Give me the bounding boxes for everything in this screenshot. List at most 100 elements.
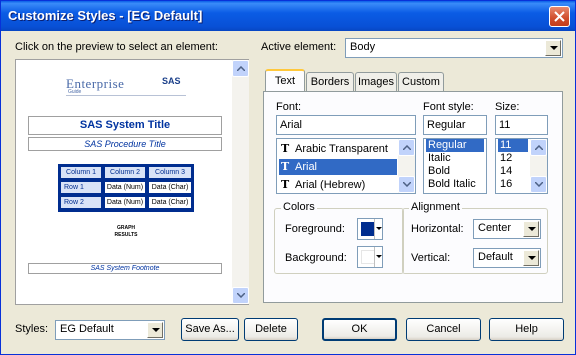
tab-images[interactable]: Images xyxy=(355,72,397,92)
title-bar[interactable]: Customize Styles - [EG Default] xyxy=(1,1,575,31)
table-data-cell[interactable]: Data (Num) xyxy=(104,196,146,209)
list-item[interactable]: 11 xyxy=(498,139,528,152)
size-input[interactable]: 11 xyxy=(495,115,548,135)
scroll-down-button[interactable] xyxy=(232,287,249,304)
size-list-scrollbar[interactable] xyxy=(530,139,547,193)
size-label: Size: xyxy=(495,101,520,113)
dropdown-button[interactable] xyxy=(523,250,539,266)
styles-dropdown[interactable]: EG Default xyxy=(55,320,165,340)
active-element-value: Body xyxy=(350,41,376,53)
tab-text[interactable]: Text xyxy=(265,69,305,92)
help-button[interactable]: Help xyxy=(489,318,564,341)
list-item[interactable]: Regular xyxy=(426,139,484,152)
alignment-group: Alignment Horizontal: Center Vertical: D… xyxy=(402,201,548,274)
scroll-up-button[interactable] xyxy=(398,139,415,156)
foreground-color-picker[interactable] xyxy=(357,218,383,240)
list-item[interactable]: T Arial (Hebrew) xyxy=(279,177,397,193)
list-item[interactable]: 12 xyxy=(498,152,528,165)
colors-group-title: Colors xyxy=(281,201,317,213)
graph-results-line: RESULTS xyxy=(114,232,138,238)
list-item[interactable]: T Arabic Transparent xyxy=(279,141,397,157)
list-item[interactable]: T Arial xyxy=(279,159,397,175)
list-item[interactable]: Bold xyxy=(426,165,484,178)
chevron-up-icon xyxy=(403,145,411,150)
vertical-alignment-dropdown[interactable]: Default xyxy=(473,248,541,268)
vertical-label: Vertical: xyxy=(411,252,451,264)
graph-results-line: GRAPH xyxy=(116,225,136,231)
list-item[interactable]: Italic xyxy=(426,152,484,165)
customize-styles-dialog: Customize Styles - [EG Default] Click on… xyxy=(0,0,576,355)
dropdown-button[interactable] xyxy=(374,219,382,239)
background-color-swatch xyxy=(361,250,375,264)
close-button[interactable] xyxy=(549,6,570,27)
table-data-cell[interactable]: Data (Num) xyxy=(104,181,146,194)
preview-instruction: Click on the preview to select an elemen… xyxy=(15,41,218,53)
horizontal-label: Horizontal: xyxy=(411,223,464,235)
scroll-down-button[interactable] xyxy=(398,176,415,193)
chevron-up-icon xyxy=(535,145,543,150)
text-tab-panel: Font: Arial T Arabic Transparent T Arial T… xyxy=(263,91,563,303)
scroll-down-button[interactable] xyxy=(530,176,547,193)
dropdown-button[interactable] xyxy=(374,247,382,267)
tab-custom[interactable]: Custom xyxy=(398,72,444,92)
font-name: Arial (Hebrew) xyxy=(295,179,366,191)
preview-procedure-title[interactable]: SAS Procedure Title xyxy=(28,137,222,151)
style-preview[interactable]: Enterprise Guide SAS SAS System Title SA… xyxy=(15,59,249,305)
truetype-font-icon: T xyxy=(281,178,290,191)
preview-system-footnote[interactable]: SAS System Footnote xyxy=(28,263,222,274)
foreground-color-swatch xyxy=(361,222,375,236)
chevron-down-icon xyxy=(376,255,382,258)
close-icon xyxy=(554,11,565,22)
table-data-cell[interactable]: Data (Char) xyxy=(148,196,192,209)
table-header-col2[interactable]: Column 2 xyxy=(104,166,146,179)
dropdown-button[interactable] xyxy=(545,40,561,56)
scroll-up-button[interactable] xyxy=(530,139,547,156)
save-as-button[interactable]: Save As... xyxy=(181,318,239,341)
size-input-value: 11 xyxy=(499,119,511,131)
table-row-header-1[interactable]: Row 1 xyxy=(60,181,102,194)
chevron-down-icon xyxy=(403,182,411,187)
dropdown-button[interactable] xyxy=(147,322,163,338)
table-header-col3[interactable]: Column 3 xyxy=(148,166,192,179)
chevron-down-icon xyxy=(528,227,536,231)
list-item[interactable]: 14 xyxy=(498,165,528,178)
font-list-scrollbar[interactable] xyxy=(398,139,415,193)
enterprise-guide-logo[interactable]: Enterprise Guide xyxy=(66,76,146,96)
chevron-down-icon xyxy=(535,182,543,187)
background-label: Background: xyxy=(285,252,347,264)
size-list[interactable]: 11 12 14 16 xyxy=(495,138,548,194)
font-input-value: Arial xyxy=(280,119,303,131)
chevron-down-icon xyxy=(550,46,558,50)
sas-logo[interactable]: SAS xyxy=(158,76,190,94)
chevron-down-icon xyxy=(376,227,382,230)
styles-label: Styles: xyxy=(15,323,49,335)
preview-table[interactable]: Column 1 Column 2 Column 3 Row 1 Data (N… xyxy=(58,164,194,212)
active-element-label: Active element: xyxy=(261,41,337,53)
list-item[interactable]: 16 xyxy=(498,178,528,191)
background-color-picker[interactable] xyxy=(357,246,383,268)
truetype-font-icon: T xyxy=(281,142,290,155)
table-header-col1[interactable]: Column 1 xyxy=(60,166,102,179)
list-item[interactable]: Bold Italic xyxy=(426,178,484,191)
delete-button[interactable]: Delete xyxy=(244,318,298,341)
horizontal-alignment-dropdown[interactable]: Center xyxy=(473,219,541,239)
preview-graph-results[interactable]: GRAPH RESULTS xyxy=(104,225,148,239)
dropdown-button[interactable] xyxy=(523,221,539,237)
foreground-label: Foreground: xyxy=(285,223,345,235)
table-data-cell[interactable]: Data (Char) xyxy=(148,181,192,194)
logo-divider xyxy=(66,95,186,96)
font-style-list[interactable]: Regular Italic Bold Bold Italic xyxy=(423,138,487,194)
font-style-input[interactable]: Regular xyxy=(423,115,487,135)
cancel-button[interactable]: Cancel xyxy=(406,318,481,341)
alignment-group-title: Alignment xyxy=(409,201,462,213)
preview-system-title[interactable]: SAS System Title xyxy=(28,116,222,135)
font-list[interactable]: T Arabic Transparent T Arial T Arial (Hebre… xyxy=(276,138,416,194)
active-element-dropdown[interactable]: Body xyxy=(345,38,563,58)
sas-logo-text: SAS xyxy=(162,76,181,86)
scroll-up-button[interactable] xyxy=(232,60,249,77)
table-row-header-2[interactable]: Row 2 xyxy=(60,196,102,209)
ok-button[interactable]: OK xyxy=(322,318,397,341)
preview-scrollbar[interactable] xyxy=(232,60,249,304)
tab-borders[interactable]: Borders xyxy=(306,72,354,92)
font-input[interactable]: Arial xyxy=(276,115,416,135)
